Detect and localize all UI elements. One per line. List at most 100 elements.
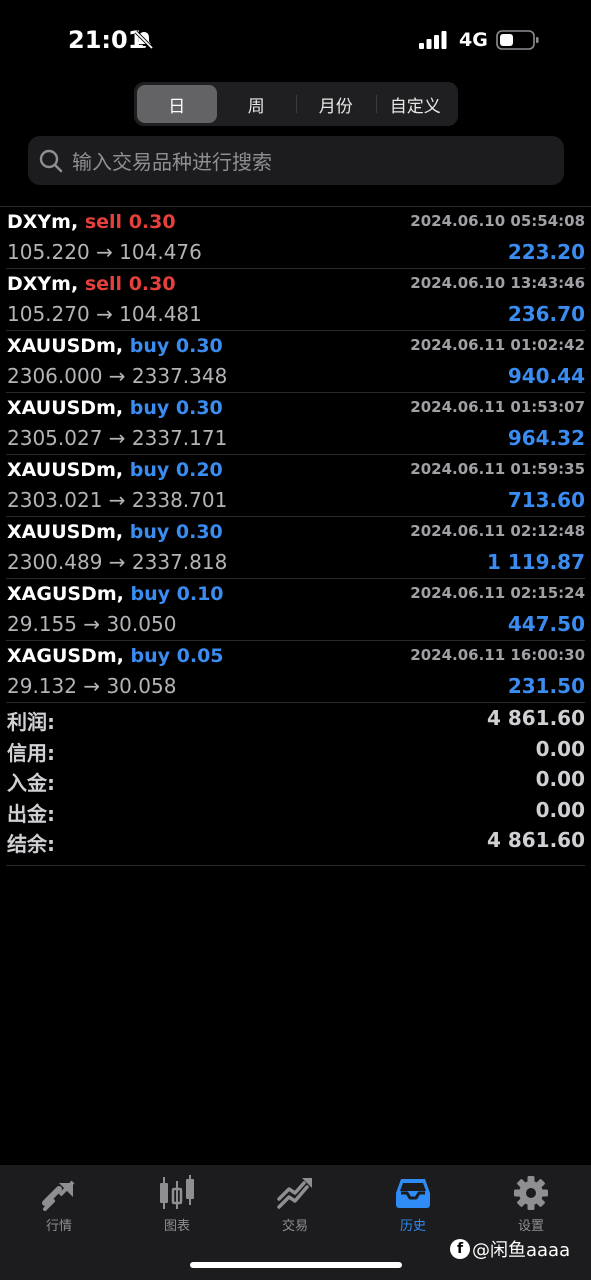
- deal-row[interactable]: XAUUSDm, buy 0.30 2024.06.11 01:53:07 23…: [6, 393, 585, 455]
- deals-list: DXYm, sell 0.30 2024.06.10 05:54:08 105.…: [0, 206, 591, 703]
- deal-profit: 940.44: [507, 364, 585, 388]
- deal-volume: 0.30: [175, 335, 223, 357]
- status-time: 21:01: [68, 26, 145, 54]
- tab-trade[interactable]: 交易: [236, 1175, 354, 1235]
- deal-profit: 1 119.87: [486, 550, 585, 574]
- xianyu-logo-icon: f: [450, 1239, 470, 1259]
- summary-row-deposit: 入金: 0.00: [6, 767, 585, 798]
- deal-side: buy: [129, 459, 170, 481]
- deal-prices: 29.155 → 30.050: [7, 612, 177, 636]
- summary-label: 入金:: [7, 771, 55, 796]
- deal-time: 2024.06.11 01:53:07: [410, 398, 585, 416]
- signal-icon: [419, 31, 447, 49]
- settings-icon: [514, 1176, 548, 1210]
- deal-prices: 105.270 → 104.481: [7, 302, 202, 326]
- summary-row-balance: 结余: 4 861.60: [6, 828, 585, 859]
- deal-row[interactable]: DXYm, sell 0.30 2024.06.10 05:54:08 105.…: [6, 207, 585, 269]
- summary-value: 4 861.60: [486, 706, 585, 730]
- period-tab-day[interactable]: 日: [137, 85, 217, 123]
- tab-label: 交易: [281, 1219, 308, 1234]
- tab-label: 设置: [517, 1219, 544, 1234]
- summary-label: 结余:: [7, 832, 55, 857]
- deal-volume: 0.10: [176, 583, 224, 605]
- deal-time: 2024.06.10 05:54:08: [410, 212, 585, 230]
- deal-row[interactable]: XAGUSDm, buy 0.05 2024.06.11 16:00:30 29…: [6, 641, 585, 703]
- deal-time: 2024.06.11 02:12:48: [410, 522, 585, 540]
- deal-row[interactable]: XAUUSDm, buy 0.30 2024.06.11 01:02:42 23…: [6, 331, 585, 393]
- search-icon: [39, 149, 63, 172]
- battery-icon: [496, 30, 539, 50]
- summary-value: 0.00: [535, 767, 585, 792]
- tab-label: 行情: [45, 1219, 72, 1234]
- deal-symbol: XAUUSDm,: [7, 397, 124, 419]
- deal-volume: 0.20: [175, 459, 223, 481]
- deal-symbol: XAUUSDm,: [7, 459, 124, 481]
- deal-side: buy: [129, 521, 170, 543]
- deal-profit: 964.32: [507, 426, 585, 450]
- deal-profit: 447.50: [507, 612, 585, 636]
- deal-profit: 236.70: [507, 302, 585, 326]
- deal-row[interactable]: XAUUSDm, buy 0.20 2024.06.11 01:59:35 23…: [6, 455, 585, 517]
- deal-prices: 2306.000 → 2337.348: [7, 364, 228, 388]
- deal-symbol: XAUUSDm,: [7, 335, 124, 357]
- tab-history[interactable]: 历史: [354, 1175, 472, 1235]
- deal-time: 2024.06.10 13:43:46: [410, 274, 585, 292]
- search-placeholder: 输入交易品种进行搜索: [72, 150, 272, 174]
- deal-volume: 0.30: [128, 211, 176, 233]
- summary-label: 出金:: [7, 801, 55, 826]
- deal-profit: 713.60: [507, 488, 585, 512]
- deal-prices: 2300.489 → 2337.818: [7, 550, 228, 574]
- deal-prices: 2305.027 → 2337.171: [7, 426, 228, 450]
- deal-side: buy: [129, 335, 170, 357]
- deal-prices: 2303.021 → 2338.701: [7, 488, 228, 512]
- deal-volume: 0.05: [176, 645, 224, 667]
- summary-label: 利润:: [7, 710, 55, 734]
- bell-muted-icon: [134, 30, 154, 50]
- chart-icon: [160, 1175, 194, 1209]
- period-tab-custom[interactable]: 自定义: [375, 85, 456, 123]
- deal-row[interactable]: XAGUSDm, buy 0.10 2024.06.11 02:15:24 29…: [6, 579, 585, 641]
- deal-time: 2024.06.11 01:02:42: [410, 336, 585, 354]
- deal-side: sell: [84, 211, 123, 233]
- deal-row[interactable]: XAUUSDm, buy 0.30 2024.06.11 02:12:48 23…: [6, 517, 585, 579]
- deal-profit: 223.20: [507, 240, 585, 264]
- period-tab-month[interactable]: 月份: [296, 85, 376, 123]
- period-segmented-control: 日 周 月份 自定义: [134, 82, 458, 126]
- deal-profit: 231.50: [507, 674, 585, 698]
- trade-icon: [277, 1178, 312, 1209]
- summary-row-withdrawal: 出金: 0.00: [6, 798, 585, 829]
- network-label: 4G: [459, 29, 488, 51]
- deal-time: 2024.06.11 02:15:24: [410, 584, 585, 602]
- deal-volume: 0.30: [175, 397, 223, 419]
- deal-side: buy: [130, 645, 170, 667]
- deal-volume: 0.30: [175, 521, 223, 543]
- tab-quotes[interactable]: 行情: [0, 1175, 118, 1235]
- summary-value: 0.00: [535, 797, 585, 822]
- deal-row[interactable]: DXYm, sell 0.30 2024.06.10 13:43:46 105.…: [6, 269, 585, 331]
- deal-prices: 29.132 → 30.058: [7, 674, 177, 698]
- status-bar: 21:01 4G: [0, 0, 591, 80]
- home-indicator: [190, 1262, 402, 1268]
- deal-volume: 0.30: [128, 273, 176, 295]
- tab-chart[interactable]: 图表: [118, 1175, 236, 1235]
- deal-time: 2024.06.11 16:00:30: [410, 646, 585, 664]
- summary-row-profit: 利润: 4 861.60: [6, 706, 585, 737]
- deal-symbol: XAGUSDm,: [7, 645, 124, 667]
- summary-label: 信用:: [7, 740, 55, 765]
- tab-settings[interactable]: 设置: [472, 1175, 590, 1235]
- tab-label: 历史: [399, 1219, 426, 1234]
- search-input[interactable]: 输入交易品种进行搜索: [28, 136, 564, 185]
- summary-value: 4 861.60: [486, 828, 585, 853]
- deal-prices: 105.220 → 104.476: [7, 240, 202, 264]
- deal-symbol: XAUUSDm,: [7, 521, 124, 543]
- deal-symbol: XAGUSDm,: [7, 583, 124, 605]
- deal-side: buy: [130, 583, 170, 605]
- deal-side: buy: [129, 397, 170, 419]
- period-tab-week[interactable]: 周: [217, 85, 297, 123]
- summary-row-credit: 信用: 0.00: [6, 737, 585, 768]
- watermark-text: @闲鱼aaaa: [472, 1240, 571, 1261]
- deal-side: sell: [84, 273, 123, 295]
- watermark: f @闲鱼aaaa: [450, 1236, 570, 1262]
- account-summary: 利润: 4 861.60 信用: 0.00 入金: 0.00 出金: 0.00 …: [6, 706, 585, 866]
- deal-time: 2024.06.11 01:59:35: [410, 460, 585, 478]
